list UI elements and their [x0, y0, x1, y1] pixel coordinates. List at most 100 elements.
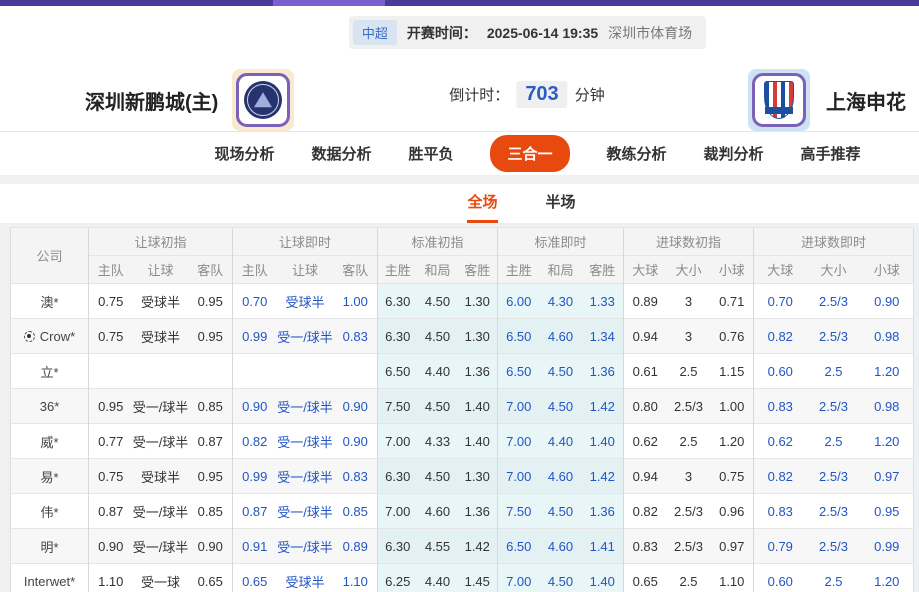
odds-cell: 1.36 [458, 354, 498, 389]
odds-cell [89, 354, 133, 389]
company-column-header: 公司 [11, 228, 89, 284]
odds-cell: 1.20 [711, 424, 754, 459]
odds-cell: 1.45 [458, 564, 498, 592]
odds-cell: 1.40 [458, 424, 498, 459]
odds-cell: 6.30 [378, 459, 418, 494]
odds-cell: 1.40 [458, 389, 498, 424]
nav-tab-6[interactable]: 裁判分析 [704, 143, 764, 164]
odds-table-zone: 公司让球初指让球即时标准初指标准即时进球数初指进球数即时主队让球客队主队让球客队… [0, 223, 919, 592]
odds-cell: 2.5/3 [667, 529, 711, 564]
odds-cell: 受一/球半 [133, 389, 189, 424]
odds-cell: 0.90 [334, 389, 378, 424]
column-header: 主胜 [498, 256, 540, 284]
column-header: 客队 [189, 256, 233, 284]
odds-cell: 6.50 [498, 354, 540, 389]
away-team: 上海申花 [748, 69, 906, 131]
odds-cell: 2.5 [667, 424, 711, 459]
company-cell: 威* [11, 424, 89, 459]
odds-cell: 1.30 [458, 319, 498, 354]
odds-cell: 4.33 [418, 424, 458, 459]
odds-cell: 6.30 [378, 529, 418, 564]
table-row: 明*0.90受一/球半0.900.91受一/球半0.896.304.551.42… [11, 529, 914, 564]
table-row: 立*6.504.401.366.504.501.360.612.51.150.6… [11, 354, 914, 389]
odds-cell: 受一/球半 [133, 529, 189, 564]
column-header: 让球 [133, 256, 189, 284]
column-header: 客胜 [582, 256, 624, 284]
odds-cell: 4.50 [540, 354, 582, 389]
odds-cell [233, 354, 277, 389]
odds-cell: 0.71 [711, 284, 754, 319]
odds-cell: 0.96 [711, 494, 754, 529]
odds-cell: 4.55 [418, 529, 458, 564]
odds-cell: 4.40 [418, 564, 458, 592]
nav-tab-3[interactable]: 胜平负 [408, 143, 453, 164]
nav-tab-5[interactable]: 教练分析 [607, 143, 667, 164]
match-info-pill: 中超 开赛时间： 2025-06-14 19:35 深圳市体育场 [349, 16, 706, 49]
column-header: 小球 [711, 256, 754, 284]
nav-tab-1[interactable]: 现场分析 [214, 143, 274, 164]
home-team-name: 深圳新鹏城(主) [85, 86, 218, 115]
odds-cell: 0.83 [754, 389, 807, 424]
odds-cell: 2.5 [667, 354, 711, 389]
odds-cell: 0.65 [624, 564, 667, 592]
odds-cell: 1.20 [861, 424, 914, 459]
odds-cell: 1.00 [334, 284, 378, 319]
odds-cell: 受一/球半 [277, 459, 334, 494]
odds-cell: 2.5/3 [807, 529, 861, 564]
odds-cell: 2.5 [667, 564, 711, 592]
odds-cell: 0.61 [624, 354, 667, 389]
odds-cell: 0.83 [334, 459, 378, 494]
league-badge[interactable]: 中超 [353, 20, 397, 45]
odds-cell: 1.15 [711, 354, 754, 389]
odds-cell: 受一/球半 [133, 424, 189, 459]
odds-cell: 0.83 [754, 494, 807, 529]
nav-tab-7[interactable]: 高手推荐 [801, 143, 861, 164]
odds-cell: 0.75 [89, 459, 133, 494]
odds-cell: 受一/球半 [277, 424, 334, 459]
subtab-1[interactable]: 全场 [467, 191, 497, 223]
odds-cell: 0.80 [624, 389, 667, 424]
odds-cell: 0.62 [624, 424, 667, 459]
odds-cell: 1.42 [582, 389, 624, 424]
countdown-unit: 分钟 [575, 84, 605, 105]
table-row: 伟*0.87受一/球半0.850.87受一/球半0.857.004.601.36… [11, 494, 914, 529]
odds-cell: 6.00 [498, 284, 540, 319]
odds-cell: 1.30 [458, 459, 498, 494]
odds-cell: 1.00 [711, 389, 754, 424]
odds-cell: 0.75 [89, 319, 133, 354]
column-header: 主队 [233, 256, 277, 284]
away-club-emblem-icon [764, 81, 794, 119]
odds-cell: 0.90 [89, 529, 133, 564]
subtab-2[interactable]: 半场 [546, 191, 576, 223]
odds-cell: 7.50 [498, 494, 540, 529]
odds-cell: 1.36 [582, 494, 624, 529]
odds-cell: 4.40 [540, 424, 582, 459]
odds-cell: 0.99 [233, 459, 277, 494]
odds-cell: 0.85 [189, 389, 233, 424]
odds-cell: 6.50 [498, 319, 540, 354]
home-team-logo [232, 69, 294, 131]
odds-cell: 0.98 [861, 389, 914, 424]
odds-cell: 7.00 [498, 389, 540, 424]
company-cell: 伟* [11, 494, 89, 529]
odds-cell: 4.60 [540, 529, 582, 564]
away-team-logo [748, 69, 810, 131]
countdown-label: 倒计时： [449, 84, 509, 105]
odds-cell: 0.95 [189, 319, 233, 354]
odds-cell: 4.40 [418, 354, 458, 389]
odds-cell: 1.36 [582, 354, 624, 389]
odds-cell: 7.50 [378, 389, 418, 424]
odds-cell: 0.97 [711, 529, 754, 564]
odds-cell: 0.82 [233, 424, 277, 459]
odds-cell: 0.90 [334, 424, 378, 459]
column-header: 大球 [754, 256, 807, 284]
odds-cell: 0.65 [189, 564, 233, 592]
odds-cell: 0.89 [624, 284, 667, 319]
odds-cell: 受球半 [133, 319, 189, 354]
odds-cell: 0.76 [711, 319, 754, 354]
home-team: 深圳新鹏城(主) [85, 69, 294, 131]
nav-tab-2[interactable]: 数据分析 [311, 143, 371, 164]
odds-cell: 受球半 [277, 284, 334, 319]
odds-cell: 0.95 [861, 494, 914, 529]
odds-cell: 4.50 [540, 389, 582, 424]
